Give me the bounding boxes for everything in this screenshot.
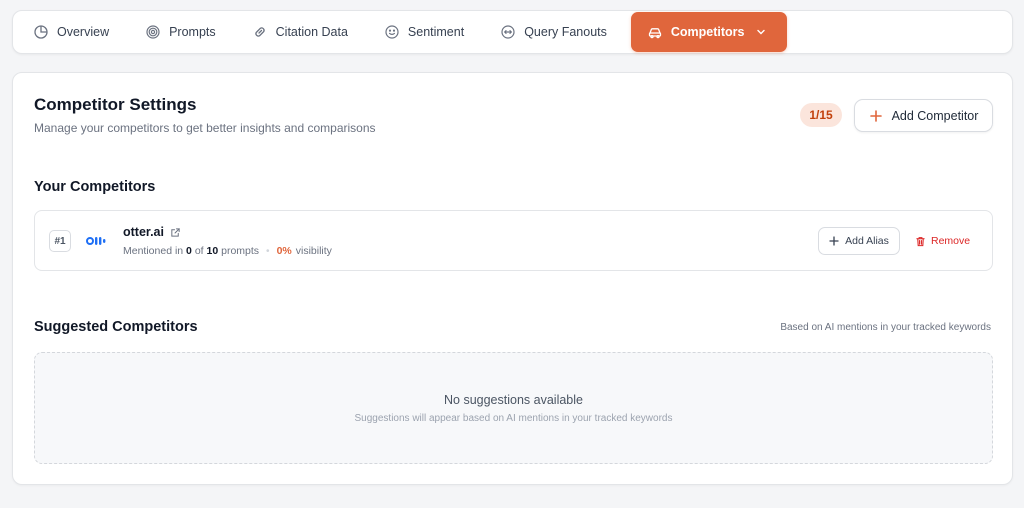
mentioned-prefix: Mentioned in xyxy=(123,245,184,257)
tab-sentiment[interactable]: Sentiment xyxy=(372,11,482,53)
plus-icon xyxy=(829,236,839,246)
suggested-note: Based on AI mentions in your tracked key… xyxy=(780,322,991,333)
mention-count: 0 xyxy=(186,245,192,257)
empty-state-subtitle: Suggestions will appear based on AI ment… xyxy=(354,413,673,424)
tab-prompts[interactable]: Prompts xyxy=(133,11,234,53)
tab-overview[interactable]: Overview xyxy=(21,11,127,53)
add-alias-label: Add Alias xyxy=(845,235,889,247)
competitor-name-wrap: otter.ai xyxy=(123,225,181,239)
rank-badge: #1 xyxy=(49,230,71,252)
nav-tabs: Overview Prompts Citation Data Sentiment… xyxy=(12,10,1013,54)
external-link-icon[interactable] xyxy=(170,227,181,238)
competitor-stats: Mentioned in 0 of 10 prompts • 0% visibi… xyxy=(123,245,332,257)
suggested-competitors-heading: Suggested Competitors xyxy=(34,319,198,335)
add-competitor-label: Add Competitor xyxy=(891,108,979,123)
add-competitor-button[interactable]: Add Competitor xyxy=(854,99,993,132)
empty-state-title: No suggestions available xyxy=(444,393,583,407)
tab-label: Query Fanouts xyxy=(524,25,607,39)
page-subtitle: Manage your competitors to get better in… xyxy=(34,121,376,135)
separator-dot: • xyxy=(266,245,270,257)
your-competitors-heading: Your Competitors xyxy=(34,179,156,195)
suggestions-empty-state: No suggestions available Suggestions wil… xyxy=(34,352,993,464)
tab-label: Sentiment xyxy=(407,25,465,39)
tab-citation-data[interactable]: Citation Data xyxy=(240,11,366,53)
tab-label: Competitors xyxy=(670,25,745,39)
visibility-percent: 0% xyxy=(276,245,292,257)
competitor-settings-card: Competitor Settings Manage your competit… xyxy=(12,72,1013,485)
page-title: Competitor Settings xyxy=(34,95,197,114)
otter-logo-icon xyxy=(86,237,106,245)
smile-icon xyxy=(385,25,399,39)
otter-logo xyxy=(86,231,108,251)
car-icon xyxy=(648,28,662,39)
tab-label: Overview xyxy=(57,25,110,39)
remove-button[interactable]: Remove xyxy=(915,227,970,255)
pie-chart-icon xyxy=(34,25,48,39)
remove-label: Remove xyxy=(931,235,971,247)
tab-query-fanouts[interactable]: Query Fanouts xyxy=(488,11,625,53)
competitor-name[interactable]: otter.ai xyxy=(123,225,164,239)
add-alias-button[interactable]: Add Alias xyxy=(818,227,900,255)
plus-icon xyxy=(869,109,882,122)
visibility-word: visibility xyxy=(295,245,332,257)
prompts-word: prompts xyxy=(221,245,260,257)
tab-label: Prompts xyxy=(169,25,216,39)
of-word: of xyxy=(194,245,204,257)
chevron-down-icon xyxy=(756,29,765,35)
trash-icon xyxy=(916,236,925,246)
tab-competitors[interactable]: Competitors xyxy=(630,12,787,52)
fanout-icon xyxy=(501,25,515,39)
prompt-total: 10 xyxy=(206,245,219,257)
link-icon xyxy=(254,27,265,37)
competitor-count-badge: 1/15 xyxy=(800,103,842,127)
target-icon xyxy=(146,25,160,39)
competitor-row: #1 otter.ai Mentioned in 0 of 10 prompts… xyxy=(34,210,993,271)
tab-label: Citation Data xyxy=(275,25,348,39)
